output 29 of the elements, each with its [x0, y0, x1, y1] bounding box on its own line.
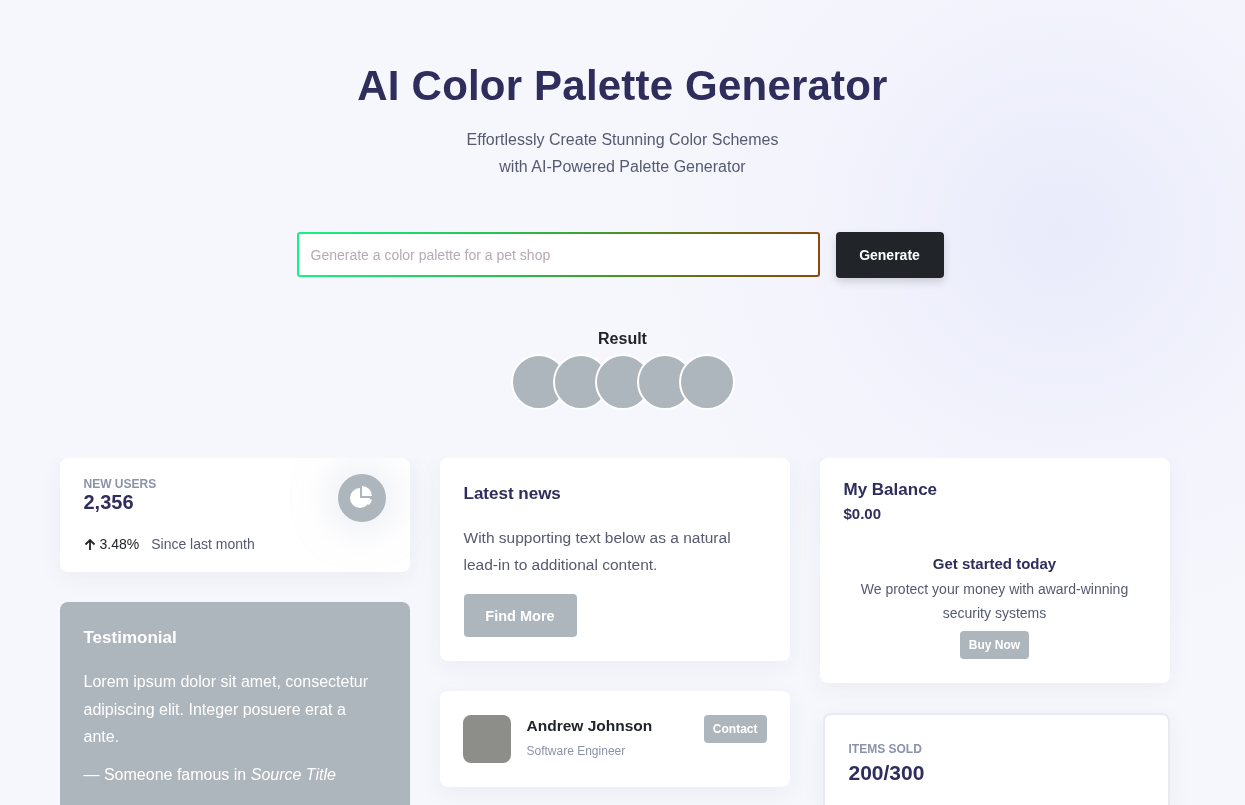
generate-button[interactable]: Generate	[835, 232, 944, 278]
subtitle-line: Effortlessly Create Stunning Color Schemes	[466, 130, 779, 150]
page-title: AI Color Palette Generator	[357, 62, 888, 110]
stat-value: 2,356	[83, 491, 135, 514]
change-value: 3.48%	[99, 536, 140, 552]
news-title: Latest news	[463, 484, 562, 504]
testimonial-source: — Someone famous in Source Title	[83, 764, 337, 785]
stat-label: ITEMS SOLD	[848, 742, 923, 756]
testimonial-title: Testimonial	[83, 628, 178, 648]
buy-now-button[interactable]: Buy Now	[959, 631, 1030, 659]
profile-name: Andrew Johnson	[526, 717, 654, 735]
stat-label: NEW USERS	[83, 477, 158, 491]
pie-chart-icon	[337, 474, 386, 522]
news-text: With supporting text below as a natural lead-in to additional content.	[463, 528, 732, 575]
profile-role: Software Engineer	[526, 744, 627, 758]
find-more-button[interactable]: Find More	[463, 594, 577, 637]
balance-title: My Balance	[843, 480, 939, 500]
promo-heading: Get started today	[932, 555, 1057, 572]
contact-button[interactable]: Contact	[703, 715, 767, 743]
result-label: Result	[598, 330, 647, 348]
testimonial-text: Lorem ipsum dolor sit amet, consectetur adipiscing elit. Integer posuere erat a ante.	[83, 672, 370, 747]
arrow-up-icon	[83, 537, 96, 551]
change-period: Since last month	[151, 536, 255, 552]
stat-value: 200/300	[848, 761, 926, 785]
promo-text: We protect your money with award-winning security systems	[859, 580, 1130, 623]
prompt-input-field[interactable]: Generate a color palette for a pet shop	[296, 232, 820, 277]
balance-amount: $0.00	[843, 505, 883, 522]
subtitle-line: with AI-Powered Palette Generator	[499, 157, 746, 177]
photo-placeholder	[462, 715, 511, 763]
